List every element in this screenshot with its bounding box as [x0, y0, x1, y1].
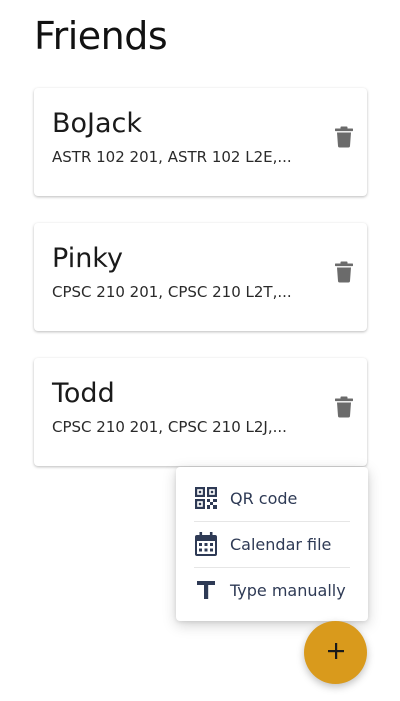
friend-name: Pinky [52, 243, 123, 274]
friend-name: Todd [52, 378, 115, 409]
menu-item-label: Type manually [230, 580, 346, 600]
friend-name: BoJack [52, 108, 143, 139]
trash-icon [335, 126, 353, 152]
plus-icon [327, 642, 345, 664]
qr-code-icon [194, 486, 218, 510]
text-icon [194, 578, 218, 602]
add-friend-button[interactable] [304, 621, 367, 684]
menu-item-label: Calendar file [230, 534, 332, 554]
friend-courses: ASTR 102 201, ASTR 102 L2E,... [52, 148, 292, 166]
friend-courses: CPSC 210 201, CPSC 210 L2T,... [52, 283, 292, 301]
friend-card-pinky[interactable]: Pinky CPSC 210 201, CPSC 210 L2T,... [34, 223, 367, 331]
delete-friend-button[interactable] [333, 125, 355, 153]
trash-icon [335, 261, 353, 287]
friend-card-bojack[interactable]: BoJack ASTR 102 201, ASTR 102 L2E,... [34, 88, 367, 196]
add-friend-menu: QR code Calendar file Type manually [176, 467, 368, 621]
delete-friend-button[interactable] [333, 260, 355, 288]
trash-icon [335, 396, 353, 422]
menu-item-calendar-file[interactable]: Calendar file [194, 521, 350, 568]
friend-card-todd[interactable]: Todd CPSC 210 201, CPSC 210 L2J,... [34, 358, 367, 466]
friend-courses: CPSC 210 201, CPSC 210 L2J,... [52, 418, 287, 436]
menu-item-type-manually[interactable]: Type manually [194, 567, 350, 613]
delete-friend-button[interactable] [333, 395, 355, 423]
menu-item-qr-code[interactable]: QR code [194, 475, 350, 522]
calendar-icon [194, 532, 218, 556]
menu-item-label: QR code [230, 488, 298, 508]
page-title: Friends [34, 14, 168, 58]
